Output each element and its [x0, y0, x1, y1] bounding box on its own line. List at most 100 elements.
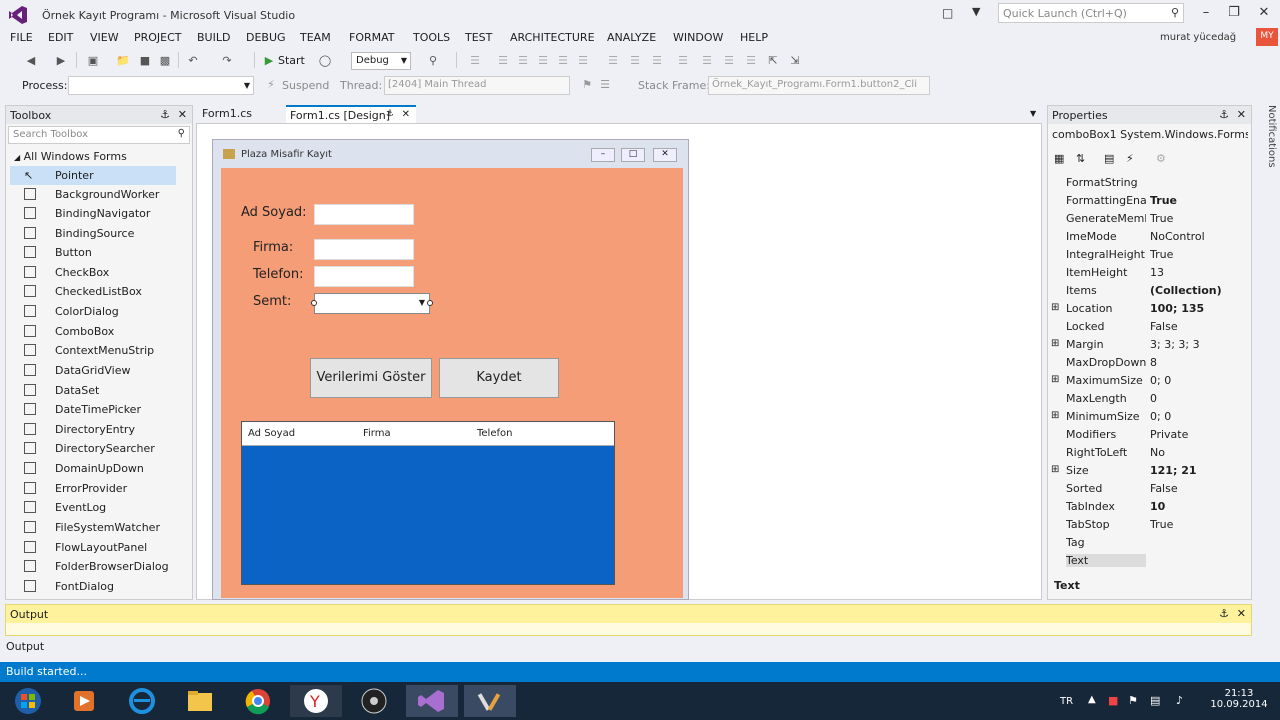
textbox-telefon[interactable] [314, 266, 414, 287]
property-pages-icon[interactable]: ⚙ [1156, 152, 1166, 165]
property-row[interactable]: ItemHeight 13 [1048, 264, 1240, 282]
toolbox-item[interactable]: DataSet [10, 381, 176, 400]
toolbox-item[interactable]: EventLog [10, 498, 176, 517]
toolbox-item[interactable]: FlowLayoutPanel [10, 538, 176, 557]
visual-studio-task-icon[interactable] [406, 685, 458, 717]
property-row[interactable]: Sorted False [1048, 480, 1240, 498]
toolbox-item[interactable]: DirectorySearcher [10, 439, 176, 458]
save-all-icon[interactable]: ▩ [158, 54, 172, 68]
toolbox-item[interactable]: ↖ Pointer [10, 166, 176, 185]
process-select[interactable]: ▼ [68, 76, 254, 95]
property-row[interactable]: ⊞ MaximumSize 0; 0 [1048, 372, 1240, 390]
label-semt[interactable]: Semt: [253, 294, 291, 309]
property-value[interactable]: 0; 0 [1150, 410, 1238, 423]
pin-icon[interactable]: ⚓ [160, 108, 170, 121]
stack-frame-select[interactable]: Örnek_Kayıt_Programı.Form1.button2_Cli [708, 76, 930, 95]
form-close-button[interactable]: ✕ [653, 148, 677, 162]
forward-icon[interactable]: ▶ [54, 54, 68, 68]
menu-debug[interactable]: DEBUG [246, 31, 286, 44]
property-value[interactable]: 0; 0 [1150, 374, 1238, 387]
close-icon[interactable]: ✕ [1237, 607, 1246, 620]
property-row[interactable]: Modifiers Private [1048, 426, 1240, 444]
minimize-button[interactable]: – [1192, 5, 1220, 23]
solution-configuration-select[interactable]: Debug ▼ [351, 52, 411, 70]
property-row[interactable]: ⊞ MinimumSize 0; 0 [1048, 408, 1240, 426]
form-minimize-button[interactable]: – [591, 148, 615, 162]
notifications-side-tab[interactable]: Notifications [1257, 105, 1277, 195]
menu-build[interactable]: BUILD [197, 31, 230, 44]
property-value[interactable]: True [1150, 248, 1238, 261]
horizontal-spacing-icon[interactable]: ☰ [676, 54, 690, 68]
property-value[interactable]: False [1150, 482, 1238, 495]
resize-handle[interactable] [311, 300, 317, 306]
user-name[interactable]: murat yücedağ [1160, 32, 1236, 43]
attach-icon[interactable]: ◯ [318, 54, 332, 68]
action-center-icon[interactable]: ⚑ [1128, 694, 1138, 707]
close-button[interactable]: ✕ [1250, 5, 1278, 23]
property-row[interactable]: IntegralHeight True [1048, 246, 1240, 264]
property-row[interactable]: MaxDropDownIt 8 [1048, 354, 1240, 372]
property-value[interactable]: 0 [1150, 392, 1238, 405]
menu-file[interactable]: FILE [10, 31, 33, 44]
textbox-firma[interactable] [314, 239, 414, 260]
property-value[interactable]: True [1150, 194, 1238, 207]
toolbox-item[interactable]: FileSystemWatcher [10, 518, 176, 537]
property-row[interactable]: FormattingEnab True [1048, 192, 1240, 210]
menu-architecture[interactable]: ARCHITECTURE [510, 31, 595, 44]
alphabetical-icon[interactable]: ⇅ [1076, 152, 1085, 165]
show-data-button[interactable]: Verilerimi Göster [310, 358, 432, 398]
property-value[interactable]: No [1150, 446, 1238, 459]
maximize-button[interactable]: ❐ [1220, 5, 1248, 23]
tab-form1-design[interactable]: Form1.cs [Design] ⚓ ✕ [286, 105, 416, 123]
make-same-height-icon[interactable]: ☰ [628, 54, 642, 68]
toolbox-item[interactable]: FontDialog [10, 577, 176, 596]
column-header-telefon[interactable]: Telefon [477, 428, 512, 439]
property-row[interactable]: Items (Collection) [1048, 282, 1240, 300]
align-bottoms-icon[interactable]: ☰ [576, 54, 590, 68]
flag-thread-icon[interactable]: ⚑ [580, 78, 594, 92]
property-value[interactable]: False [1150, 320, 1238, 333]
tray-app-icon[interactable]: ■ [1108, 694, 1118, 707]
align-lefts-icon[interactable]: ☰ [468, 54, 482, 68]
object-selector[interactable]: comboBox1 System.Windows.Forms [1052, 128, 1248, 141]
network-icon[interactable]: ▤ [1150, 694, 1160, 707]
toolbox-item[interactable]: ErrorProvider [10, 479, 176, 498]
menu-edit[interactable]: EDIT [48, 31, 73, 44]
toolbox-item[interactable]: DirectoryEntry [10, 420, 176, 439]
vertical-spacing-icon[interactable]: ☰ [700, 54, 714, 68]
categorized-icon[interactable]: ▦ [1054, 152, 1064, 165]
toolbox-item[interactable]: BindingNavigator [10, 204, 176, 223]
output-tab[interactable]: Output [6, 640, 44, 653]
undo-icon[interactable]: ↶ [186, 54, 200, 68]
property-row[interactable]: GenerateMembe True [1048, 210, 1240, 228]
textbox-ad-soyad[interactable] [314, 204, 414, 225]
property-row[interactable]: MaxLength 0 [1048, 390, 1240, 408]
menu-project[interactable]: PROJECT [134, 31, 182, 44]
expand-icon[interactable]: ⊞ [1051, 374, 1059, 385]
toolbox-item[interactable]: ContextMenuStrip [10, 341, 176, 360]
label-ad-soyad[interactable]: Ad Soyad: [241, 205, 307, 220]
property-value[interactable]: True [1150, 212, 1238, 225]
menu-help[interactable]: HELP [740, 31, 768, 44]
suspend-button[interactable]: Suspend [282, 79, 329, 92]
events-icon[interactable]: ⚡ [1126, 152, 1134, 165]
tray-expand-icon[interactable]: ▲ [1088, 694, 1096, 705]
chrome-icon[interactable] [232, 685, 284, 717]
property-row[interactable]: Locked False [1048, 318, 1240, 336]
new-project-icon[interactable]: ▣ [86, 54, 100, 68]
menu-window[interactable]: WINDOW [673, 31, 723, 44]
make-same-width-icon[interactable]: ☰ [606, 54, 620, 68]
expand-icon[interactable]: ⊞ [1051, 338, 1059, 349]
property-value[interactable]: 10 [1150, 500, 1238, 513]
property-value[interactable]: 100; 135 [1150, 302, 1238, 315]
send-to-back-icon[interactable]: ⇲ [788, 54, 802, 68]
property-row[interactable]: ImeMode NoControl [1048, 228, 1240, 246]
toolbox-item[interactable]: BindingSource [10, 224, 176, 243]
tab-form1-cs[interactable]: Form1.cs [198, 105, 284, 123]
property-row[interactable]: TabStop True [1048, 516, 1240, 534]
property-value[interactable]: NoControl [1150, 230, 1238, 243]
expand-icon[interactable]: ⊞ [1051, 302, 1059, 313]
media-player-icon[interactable] [58, 685, 110, 717]
expand-icon[interactable]: ⊞ [1051, 464, 1059, 475]
toolbox-item[interactable]: BackgroundWorker [10, 185, 176, 204]
